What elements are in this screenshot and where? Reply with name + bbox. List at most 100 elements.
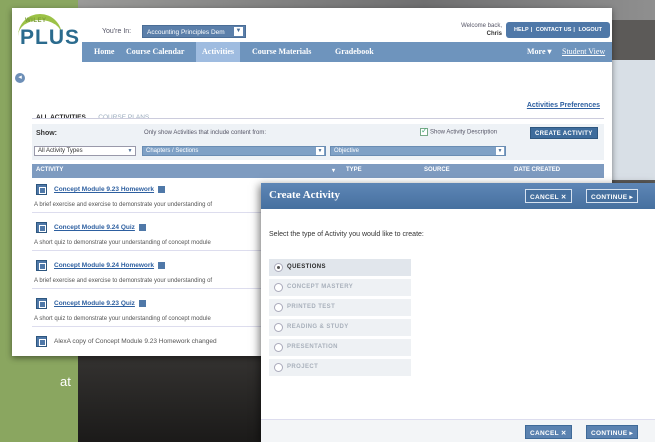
chapters-select[interactable]: Chapters / Sections ▼: [142, 146, 326, 156]
radio-icon[interactable]: [274, 343, 283, 352]
column-date-created[interactable]: DATE CREATED: [514, 167, 560, 173]
radio-selected-icon[interactable]: [274, 263, 283, 272]
cancel-button[interactable]: CANCEL ✕: [525, 189, 572, 203]
show-description-toggle[interactable]: Show Activity Description: [420, 126, 498, 136]
table-header: ACTIVITY ▾ TYPE SOURCE DATE CREATED: [32, 164, 604, 178]
radio-icon[interactable]: [274, 323, 283, 332]
chevron-down-icon: ▼: [126, 147, 134, 155]
only-show-text: Only show Activities that include conten…: [144, 130, 267, 136]
create-activity-button[interactable]: CREATE ACTIVITY: [530, 127, 598, 139]
top-links: HELP | CONTACT US | LOGOUT: [506, 22, 611, 38]
objective-value: Objective: [334, 148, 360, 154]
option-printed-test[interactable]: PRINTED TEST: [269, 299, 411, 316]
welcome-text: Welcome back, Chris: [438, 22, 502, 38]
dialog-footer: CANCEL ✕ CONTINUE ▸: [261, 419, 655, 442]
contact-us-link[interactable]: CONTACT US: [536, 27, 572, 33]
chevron-down-icon: ▼: [316, 147, 324, 155]
nav-course-calendar[interactable]: Course Calendar: [126, 42, 184, 62]
radio-icon[interactable]: [274, 283, 283, 292]
activity-description: A short quiz to demonstrate your underst…: [34, 240, 211, 246]
nav-course-materials[interactable]: Course Materials: [252, 42, 311, 62]
column-type[interactable]: TYPE: [346, 167, 362, 173]
show-description-label: Show Activity Description: [430, 129, 498, 136]
activity-description: A brief exercise and exercise to demonst…: [34, 202, 213, 208]
chevron-down-icon: ▼: [234, 27, 243, 36]
show-label: Show:: [36, 130, 57, 137]
wileyplus-logo[interactable]: WILEY PLUS: [16, 12, 80, 58]
info-icon[interactable]: [158, 262, 166, 269]
activity-type-options: QUESTIONS CONCEPT MASTERY PRINTED TEST R…: [269, 259, 411, 379]
cancel-button-footer[interactable]: CANCEL ✕: [525, 425, 572, 439]
activity-description: A brief exercise and exercise to demonst…: [34, 278, 213, 284]
option-label: PROJECT: [287, 364, 319, 370]
nav-gradebook[interactable]: Gradebook: [335, 42, 374, 62]
dialog-prompt: Select the type of Activity you would li…: [269, 231, 424, 238]
activity-icon: [36, 184, 47, 195]
background-right-page: [612, 60, 655, 180]
student-view-link[interactable]: Student View: [562, 42, 605, 62]
objective-select[interactable]: Objective ▼: [330, 146, 506, 156]
activity-type-select[interactable]: All Activity Types ▼: [34, 146, 136, 156]
create-activity-dialog: Create Activity CANCEL ✕ CONTINUE ▸ Sele…: [261, 183, 655, 442]
header: WILEY PLUS You're In: Accounting Princip…: [12, 8, 612, 62]
info-icon[interactable]: [138, 224, 146, 231]
activity-title: AlexA copy of Concept Module 9.23 Homewo…: [54, 338, 217, 345]
filter-bar: Show: Only show Activities that include …: [32, 124, 604, 160]
main-nav: Home Course Calendar Activities Course M…: [82, 42, 612, 62]
option-project[interactable]: PROJECT: [269, 359, 411, 376]
option-presentation[interactable]: PRESENTATION: [269, 339, 411, 356]
option-questions[interactable]: QUESTIONS: [269, 259, 411, 276]
dialog-title: Create Activity: [269, 189, 340, 201]
welcome-prefix: Welcome back,: [461, 23, 502, 29]
option-label: READING & STUDY: [287, 324, 349, 330]
column-activity[interactable]: ACTIVITY: [36, 167, 63, 173]
activity-icon: [36, 336, 47, 347]
chevron-down-icon: ▼: [496, 147, 504, 155]
activity-title-link[interactable]: Concept Module 9.24 Quiz: [54, 224, 146, 231]
activity-title: Concept Module 9.23 Quiz: [54, 300, 135, 308]
continue-button-footer[interactable]: CONTINUE ▸: [586, 425, 639, 439]
welcome-user: Chris: [486, 31, 502, 37]
activity-title: Concept Module 9.24 Homework: [54, 262, 155, 270]
info-icon[interactable]: [158, 186, 166, 193]
continue-button[interactable]: CONTINUE ▸: [586, 189, 639, 203]
activity-icon: [36, 260, 47, 271]
activity-title-link[interactable]: Concept Module 9.24 Homework: [54, 262, 166, 270]
tab-divider: [32, 118, 604, 119]
option-label: PRINTED TEST: [287, 304, 336, 310]
checkbox-icon[interactable]: [420, 126, 428, 136]
nav-more[interactable]: More ▾: [527, 42, 552, 62]
column-source[interactable]: SOURCE: [424, 167, 450, 173]
option-label: CONCEPT MASTERY: [287, 284, 354, 290]
chapters-value: Chapters / Sections: [146, 148, 199, 154]
activity-icon: [36, 298, 47, 309]
nav-activities[interactable]: Activities: [196, 42, 240, 62]
activity-title-link[interactable]: Concept Module 9.23 Homework: [54, 186, 166, 194]
option-concept-mastery[interactable]: CONCEPT MASTERY: [269, 279, 411, 296]
course-select-value: Accounting Principles Dem: [147, 29, 225, 36]
activity-title: Concept Module 9.23 Homework: [54, 186, 155, 194]
logout-link[interactable]: LOGOUT: [578, 27, 602, 33]
option-label: PRESENTATION: [287, 344, 338, 350]
logo-product: PLUS: [20, 26, 81, 49]
activity-icon: [36, 222, 47, 233]
background-stray-text: at: [60, 374, 71, 389]
help-link[interactable]: HELP: [514, 27, 529, 33]
course-label: You're In:: [102, 28, 132, 35]
logo-brand: WILEY: [25, 18, 47, 24]
info-icon[interactable]: [138, 300, 146, 307]
option-reading-study[interactable]: READING & STUDY: [269, 319, 411, 336]
dialog-header: Create Activity CANCEL ✕ CONTINUE ▸: [261, 183, 655, 209]
radio-icon[interactable]: [274, 363, 283, 372]
activities-preferences-link[interactable]: Activities Preferences: [527, 102, 600, 109]
radio-icon[interactable]: [274, 303, 283, 312]
activity-title-link[interactable]: Concept Module 9.23 Quiz: [54, 300, 146, 307]
course-select[interactable]: Accounting Principles Dem ▼: [142, 25, 246, 38]
activity-description: A short quiz to demonstrate your underst…: [34, 316, 211, 322]
sort-arrow-icon: ▾: [332, 168, 336, 174]
activity-title-link[interactable]: AlexA copy of Concept Module 9.23 Homewo…: [54, 338, 217, 345]
activity-title: Concept Module 9.24 Quiz: [54, 224, 135, 232]
back-arrow-icon[interactable]: ◂: [15, 73, 25, 83]
option-label: QUESTIONS: [287, 264, 326, 270]
nav-home[interactable]: Home: [94, 42, 114, 62]
